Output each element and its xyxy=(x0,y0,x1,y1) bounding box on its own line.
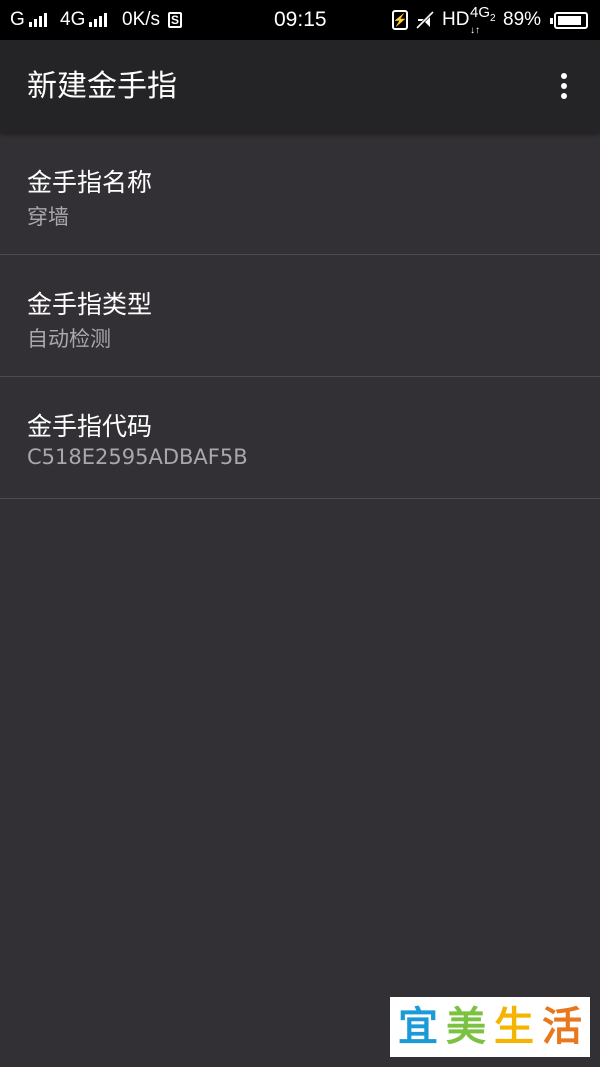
mute-indicator xyxy=(416,0,434,40)
pref-summary: 穿墙 xyxy=(27,205,69,229)
battery-percent-label: 89% xyxy=(503,9,542,30)
hd-indicator: HD xyxy=(442,0,469,40)
network-type-label: 4G xyxy=(60,9,86,30)
battery-percent: 89% xyxy=(503,0,541,40)
signal-2: 4G xyxy=(60,0,108,40)
pref-item-cheat-code[interactable]: 金手指代码 C518E2595ADBAF5B xyxy=(0,377,600,499)
vibrate-off-icon xyxy=(416,11,434,29)
clock: 09:15 xyxy=(274,0,327,40)
watermark-char: 生 xyxy=(494,1004,534,1050)
sim-badge: S xyxy=(168,0,182,40)
charging-icon: ⚡ xyxy=(392,10,408,30)
signal-bars-icon xyxy=(28,13,47,27)
watermark-char: 宜 xyxy=(398,1004,438,1050)
pref-summary: 自动检测 xyxy=(27,327,111,351)
pref-title: 金手指代码 xyxy=(27,412,153,441)
battery xyxy=(550,0,588,40)
more-vert-icon xyxy=(561,73,567,79)
pref-item-cheat-type[interactable]: 金手指类型 自动检测 xyxy=(0,255,600,377)
pref-summary: C518E2595ADBAF5B xyxy=(27,445,248,469)
network-4g-label: 4G xyxy=(470,3,491,21)
watermark-char: 美 xyxy=(446,1004,486,1050)
pref-title: 金手指名称 xyxy=(27,168,153,197)
network-type-label: G xyxy=(10,9,25,30)
signal-1: G xyxy=(10,0,47,40)
pref-item-cheat-name[interactable]: 金手指名称 穿墙 xyxy=(0,133,600,255)
network-4g-sub: 2 xyxy=(490,12,496,24)
status-bar: G 4G 0K/s S 09:15 ⚡ HD 4G2 ↓↑ 89% xyxy=(0,0,600,40)
signal-bars-icon xyxy=(89,13,108,27)
page-title: 新建金手指 xyxy=(27,69,177,104)
watermark-char: 活 xyxy=(542,1004,582,1050)
hd-label: HD xyxy=(442,9,470,30)
watermark-logo: 宜 美 生 活 xyxy=(390,997,590,1057)
network-4g-indicator: 4G2 ↓↑ xyxy=(470,0,496,40)
app-bar: 新建金手指 xyxy=(0,40,600,133)
more-options-button[interactable] xyxy=(544,66,584,106)
screen: G 4G 0K/s S 09:15 ⚡ HD 4G2 ↓↑ 89% 新建金手指 … xyxy=(0,0,600,1067)
sim-s-icon: S xyxy=(168,12,182,28)
charging-indicator: ⚡ xyxy=(392,0,408,40)
clock-label: 09:15 xyxy=(274,8,327,31)
battery-icon xyxy=(550,11,588,29)
pref-title: 金手指类型 xyxy=(27,290,153,319)
network-speed-label: 0K/s xyxy=(122,9,161,30)
cheat-settings-list: 金手指名称 穿墙 金手指类型 自动检测 金手指代码 C518E2595ADBAF… xyxy=(0,133,600,499)
network-speed: 0K/s xyxy=(122,0,160,40)
data-arrows-icon: ↓↑ xyxy=(470,24,480,36)
